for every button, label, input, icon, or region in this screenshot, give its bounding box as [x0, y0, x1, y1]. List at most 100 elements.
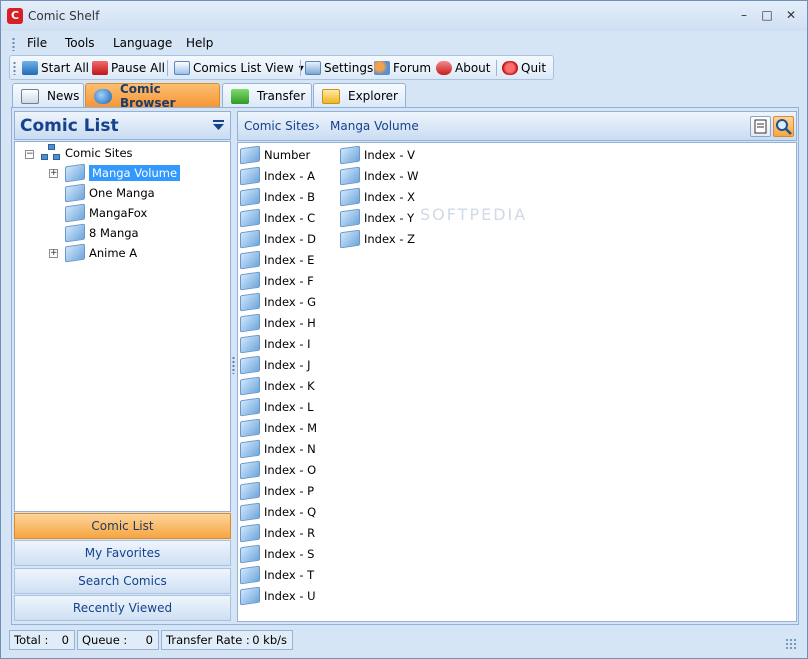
list-item-label: Index - S [264, 547, 315, 561]
about-button[interactable]: About [436, 59, 490, 77]
list-item[interactable]: Index - L [240, 397, 314, 417]
quit-label: Quit [521, 61, 547, 75]
list-item[interactable]: Index - X [340, 187, 415, 207]
pause-all-button[interactable]: Pause All [92, 59, 165, 77]
list-item[interactable]: Index - M [240, 418, 317, 438]
list-item[interactable]: Index - K [240, 376, 315, 396]
bookmark-view-button[interactable] [750, 116, 771, 137]
tab-transfer-label: Transfer [257, 89, 306, 103]
list-item[interactable]: Index - A [240, 166, 315, 186]
browser-header: Comic Sites › Manga Volume [237, 111, 797, 141]
list-item[interactable]: Index - B [240, 187, 315, 207]
resize-grip-icon[interactable] [785, 638, 797, 650]
toolbar-separator [300, 60, 301, 76]
list-item[interactable]: Index - G [240, 292, 316, 312]
folder-icon [65, 163, 85, 183]
tab-news[interactable]: News [12, 83, 84, 108]
softpedia-watermark: SOFTPEDIA [420, 205, 528, 224]
list-item[interactable]: Index - O [240, 460, 316, 480]
list-item[interactable]: Number [240, 145, 310, 165]
breadcrumb-comic-sites[interactable]: Comic Sites [244, 119, 314, 133]
list-item[interactable]: Index - E [240, 250, 314, 270]
panel-menu-icon[interactable] [213, 120, 224, 131]
list-item[interactable]: Index - H [240, 313, 316, 333]
list-item[interactable]: Index - D [240, 229, 316, 249]
folder-icon [240, 145, 260, 165]
list-item[interactable]: Index - I [240, 334, 311, 354]
list-item[interactable]: Index - F [240, 271, 314, 291]
list-item[interactable]: Index - Y [340, 208, 414, 228]
tree-item-mangafox[interactable]: MangaFox [65, 203, 147, 223]
list-item-label: Number [264, 148, 311, 162]
comics-list-view-dropdown[interactable]: Comics List View ▾ [174, 59, 304, 77]
list-item[interactable]: Index - T [240, 565, 314, 585]
download-icon [231, 88, 249, 104]
menu-bar: File Tools Language Help [9, 34, 549, 54]
list-item[interactable]: Index - C [240, 208, 315, 228]
status-rate-value: 0 kb/s [252, 633, 287, 647]
tree-expand-toggle[interactable]: + [49, 169, 58, 178]
main-toolbar: Start All Pause All Comics List View ▾ S… [9, 55, 554, 80]
status-total: Total : 0 [9, 630, 75, 650]
minimize-button[interactable]: – [735, 7, 753, 23]
list-item-label: Index - F [264, 274, 314, 288]
tree-item-label: Anime A [89, 246, 138, 260]
forum-users-icon [374, 61, 390, 75]
tree-collapse-toggle[interactable]: − [25, 150, 34, 159]
tab-comic-browser[interactable]: Comic Browser [85, 82, 220, 110]
start-all-button[interactable]: Start All [22, 59, 89, 77]
nav-search-comics[interactable]: Search Comics [14, 568, 231, 594]
list-item[interactable]: Index - R [240, 523, 315, 543]
maximize-button[interactable]: □ [758, 7, 776, 23]
title-bar[interactable]: C Comic Shelf – □ ✕ [1, 1, 807, 31]
quit-button[interactable]: Quit [502, 59, 546, 77]
tab-explorer[interactable]: Explorer [313, 83, 406, 108]
menu-file[interactable]: File [27, 36, 47, 50]
list-item-label: Index - N [264, 442, 316, 456]
tree-item-label: One Manga [89, 186, 155, 200]
folder-icon [240, 355, 260, 375]
tree-item-anime-a[interactable]: Anime A [65, 243, 138, 263]
search-view-button[interactable] [773, 116, 794, 137]
close-button[interactable]: ✕ [782, 7, 800, 23]
menu-language[interactable]: Language [113, 36, 172, 50]
tree-expand-toggle[interactable]: + [49, 249, 58, 258]
tree-item-8-manga[interactable]: 8 Manga [65, 223, 139, 243]
forum-button[interactable]: Forum [374, 59, 431, 77]
app-logo-icon: C [7, 8, 23, 24]
settings-button[interactable]: Settings [305, 59, 373, 77]
toolbar-grip-icon[interactable] [13, 61, 16, 75]
menubar-grip-icon[interactable] [12, 37, 15, 51]
list-item-label: Index - B [264, 190, 316, 204]
newspaper-icon [21, 88, 39, 104]
pause-all-label: Pause All [111, 61, 165, 75]
window-title: Comic Shelf [28, 9, 100, 23]
list-item[interactable]: Index - S [240, 544, 314, 564]
folder-icon [65, 183, 85, 203]
breadcrumb-manga-volume[interactable]: Manga Volume [330, 119, 419, 133]
list-item-label: Index - W [364, 169, 419, 183]
list-item[interactable]: Index - P [240, 481, 314, 501]
nav-recently-viewed[interactable]: Recently Viewed [14, 595, 231, 621]
tree-root-comic-sites[interactable]: Comic Sites [41, 144, 133, 162]
tree-item-manga-volume[interactable]: Manga Volume [65, 163, 181, 183]
comic-list-header: Comic List [14, 111, 231, 140]
list-item[interactable]: Index - Z [340, 229, 415, 249]
list-item[interactable]: Index - U [240, 586, 316, 606]
nav-comic-list[interactable]: Comic List [14, 513, 231, 539]
menu-tools[interactable]: Tools [65, 36, 95, 50]
nav-my-favorites[interactable]: My Favorites [14, 540, 231, 566]
about-label: About [455, 61, 491, 75]
list-item[interactable]: Index - J [240, 355, 311, 375]
pane-splitter-handle[interactable] [232, 356, 235, 374]
list-item[interactable]: Index - W [340, 166, 419, 186]
list-item[interactable]: Index - N [240, 439, 316, 459]
status-total-label: Total : [14, 633, 49, 647]
list-item[interactable]: Index - V [340, 145, 415, 165]
folder-icon [240, 481, 260, 501]
menu-help[interactable]: Help [186, 36, 213, 50]
tab-transfer[interactable]: Transfer [222, 83, 312, 108]
folder-icon [65, 243, 85, 263]
tree-item-one-manga[interactable]: One Manga [65, 183, 155, 203]
list-item[interactable]: Index - Q [240, 502, 316, 522]
